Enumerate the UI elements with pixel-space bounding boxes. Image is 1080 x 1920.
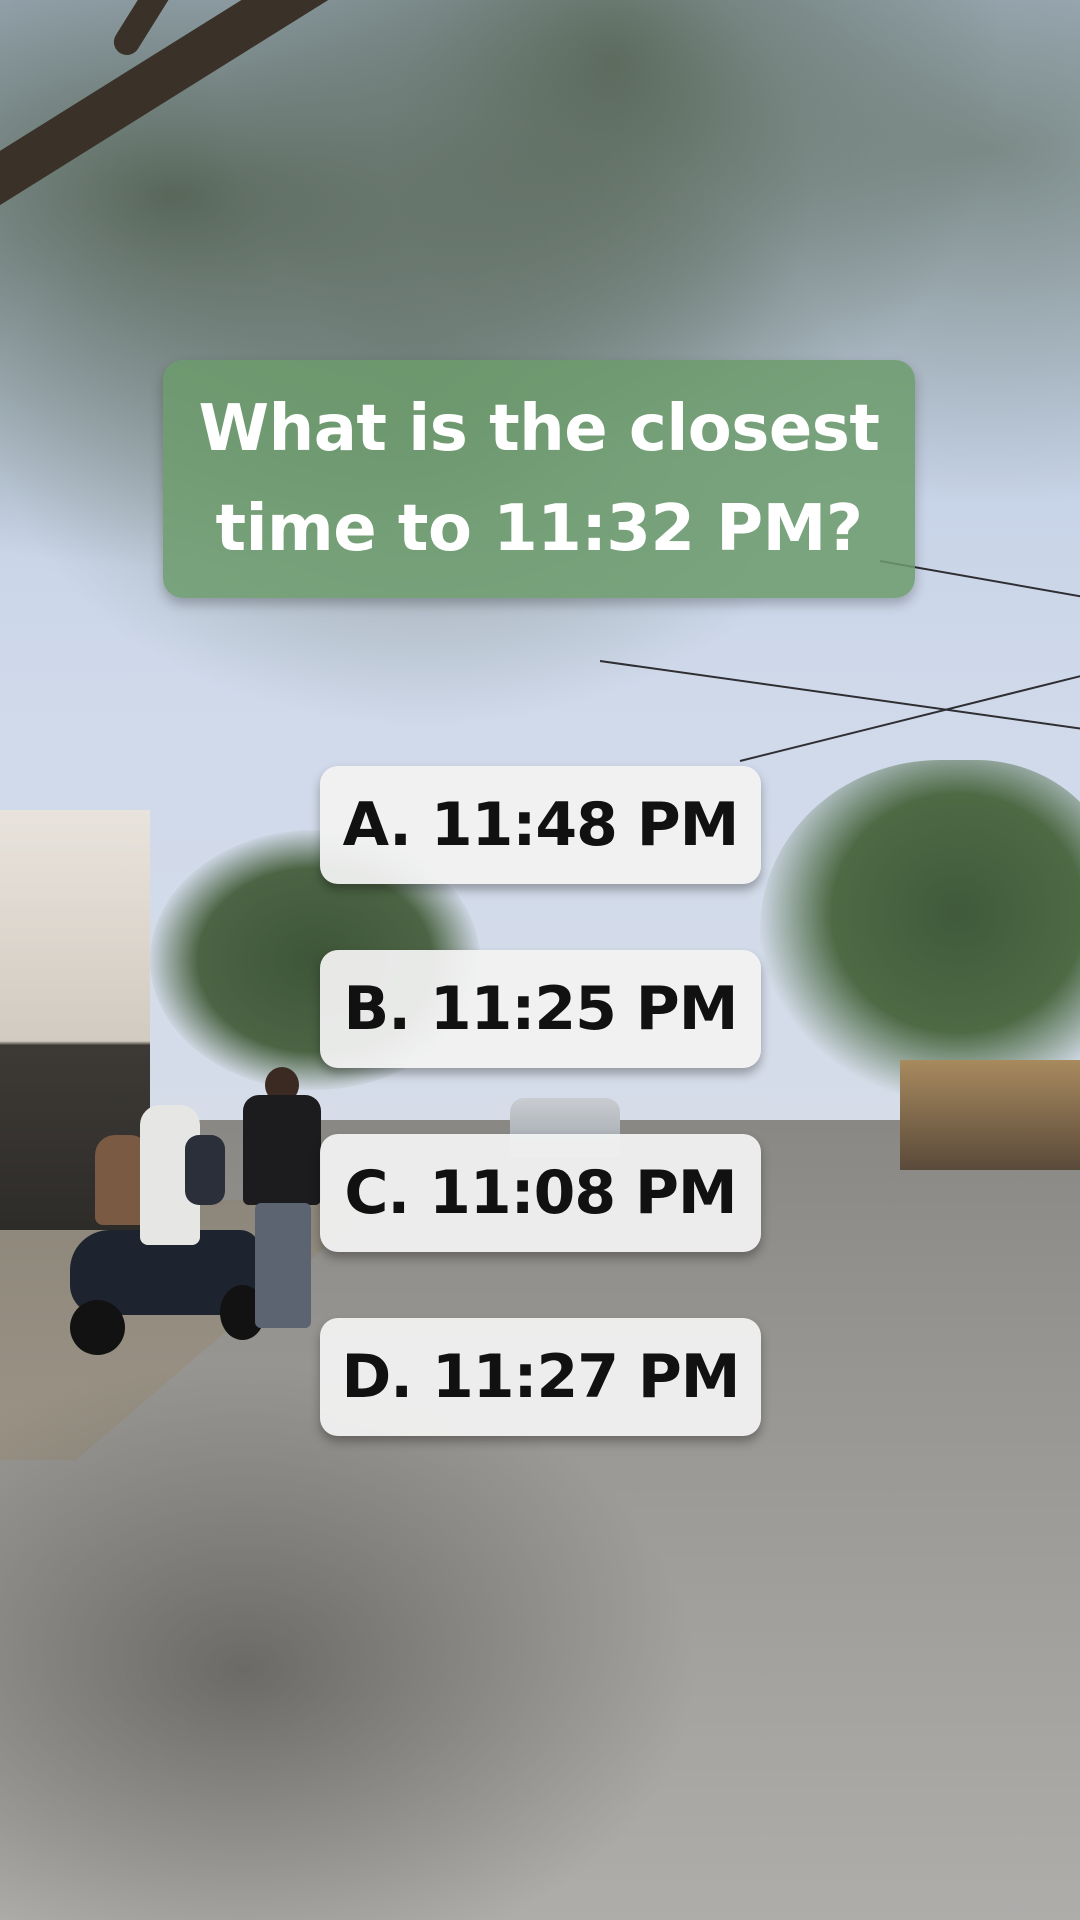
pedestrian-shirt [243, 1095, 321, 1205]
scooter-riders [95, 1095, 225, 1295]
answer-option-c[interactable]: C. 11:08 PM [320, 1134, 761, 1252]
street-stall [900, 1060, 1080, 1170]
rider [185, 1135, 225, 1205]
quiz-screen: What is the closest time to 11:32 PM? A.… [0, 0, 1080, 1920]
answer-option-b[interactable]: B. 11:25 PM [320, 950, 761, 1068]
question-text: What is the closest time to 11:32 PM? [198, 392, 880, 566]
answer-option-a[interactable]: A. 11:48 PM [320, 766, 761, 884]
answer-option-d[interactable]: D. 11:27 PM [320, 1318, 761, 1436]
tree-shadow [0, 1360, 700, 1920]
pedestrian [243, 1067, 321, 1335]
scooter-wheel [70, 1300, 125, 1355]
question-card: What is the closest time to 11:32 PM? [163, 360, 915, 598]
pedestrian-legs [255, 1203, 311, 1328]
